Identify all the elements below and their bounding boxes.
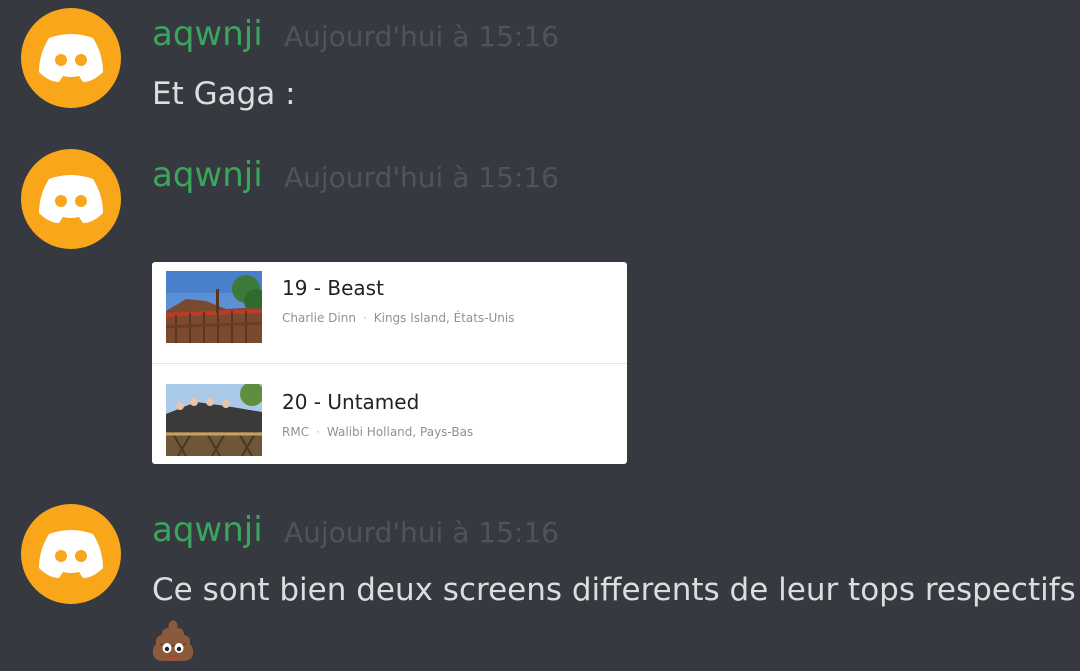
ranking-meta: Charlie Dinn · Kings Island, États-Unis (282, 310, 514, 326)
ranking-meta: RMC · Walibi Holland, Pays-Bas (282, 424, 473, 440)
discord-logo-icon (39, 175, 103, 223)
message-text: Ce sont bien deux screens differents de … (152, 572, 1076, 608)
poop-emoji-icon (152, 620, 194, 661)
avatar[interactable] (21, 504, 121, 604)
park-location: Walibi Holland, Pays-Bas (326, 425, 474, 439)
timestamp: Aujourd'hui à 15:16 (284, 20, 559, 53)
separator-dot: · (362, 311, 367, 325)
username[interactable]: aqwnji (152, 14, 263, 54)
username[interactable]: aqwnji (152, 510, 263, 550)
discord-logo-icon (39, 530, 103, 578)
discord-logo-icon (39, 34, 103, 82)
message-1: aqwnji Aujourd'hui à 15:16 Et Gaga : (0, 0, 1080, 130)
park-location: Kings Island, États-Unis (373, 311, 515, 325)
manufacturer: RMC (282, 425, 310, 439)
separator-dot: · (316, 425, 320, 439)
ranking-title: 20 - Untamed (282, 390, 420, 414)
username[interactable]: aqwnji (152, 155, 263, 195)
ranking-embed-card: 19 - Beast Charlie Dinn · Kings Island, Ét… (152, 262, 627, 464)
message-text: Et Gaga : (152, 76, 296, 112)
avatar[interactable] (21, 8, 121, 108)
manufacturer: Charlie Dinn (282, 311, 356, 325)
ranking-item-beast[interactable]: 19 - Beast Charlie Dinn · Kings Island, Ét… (152, 262, 627, 363)
ranking-item-untamed[interactable]: 20 - Untamed RMC · Walibi Holland, Pays-Ba… (152, 363, 627, 464)
timestamp: Aujourd'hui à 15:16 (284, 516, 559, 549)
coaster-thumbnail (166, 271, 262, 343)
coaster-thumbnail (166, 384, 262, 456)
timestamp: Aujourd'hui à 15:16 (284, 161, 559, 194)
ranking-title: 19 - Beast (282, 276, 384, 300)
avatar[interactable] (21, 149, 121, 249)
